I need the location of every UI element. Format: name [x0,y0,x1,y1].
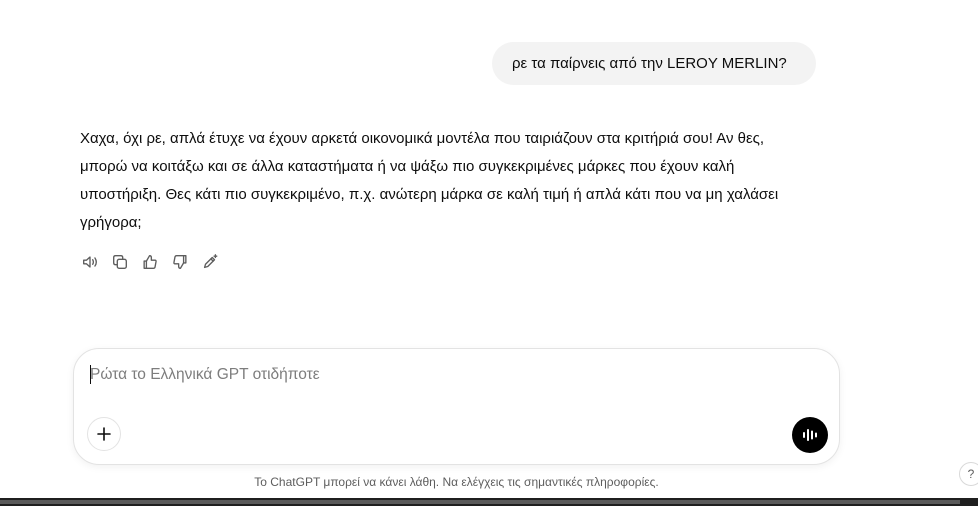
message-action-bar [78,250,222,274]
thumbs-up-icon [143,255,157,269]
chat-page: ρε τα παίρνεις από την LEROY MERLIN? Χαχ… [0,0,978,506]
help-icon: ? [967,467,975,481]
help-button[interactable]: ? [959,462,978,486]
prompt-input[interactable] [90,363,790,387]
assistant-message: Χαχα, όχι ρε, απλά έτυχε να έχουν αρκετά… [80,130,779,231]
scrollbar-thumb[interactable] [0,500,960,504]
attach-button[interactable] [87,417,121,451]
disclaimer-text: Το ChatGPT μπορεί να κάνει λάθη. Να ελέγ… [254,475,659,489]
edit-pencil-sparkle-icon [203,254,218,269]
message-composer [73,348,840,465]
bad-response-button[interactable] [168,250,192,274]
copy-icon [113,255,127,269]
copy-button[interactable] [108,250,132,274]
good-response-button[interactable] [138,250,162,274]
user-message-text: ρε τα παίρνεις από την LEROY MERLIN? [512,55,787,72]
plus-icon [97,427,111,441]
voice-mode-button[interactable] [792,417,828,453]
edit-in-canvas-button[interactable] [198,250,222,274]
user-message-bubble: ρε τα παίρνεις από την LEROY MERLIN? [492,42,816,85]
speaker-icon [83,256,97,268]
voice-waveform-icon [803,429,817,441]
thumbs-down-icon [173,255,187,269]
read-aloud-button[interactable] [78,250,102,274]
horizontal-scrollbar[interactable] [0,498,978,506]
